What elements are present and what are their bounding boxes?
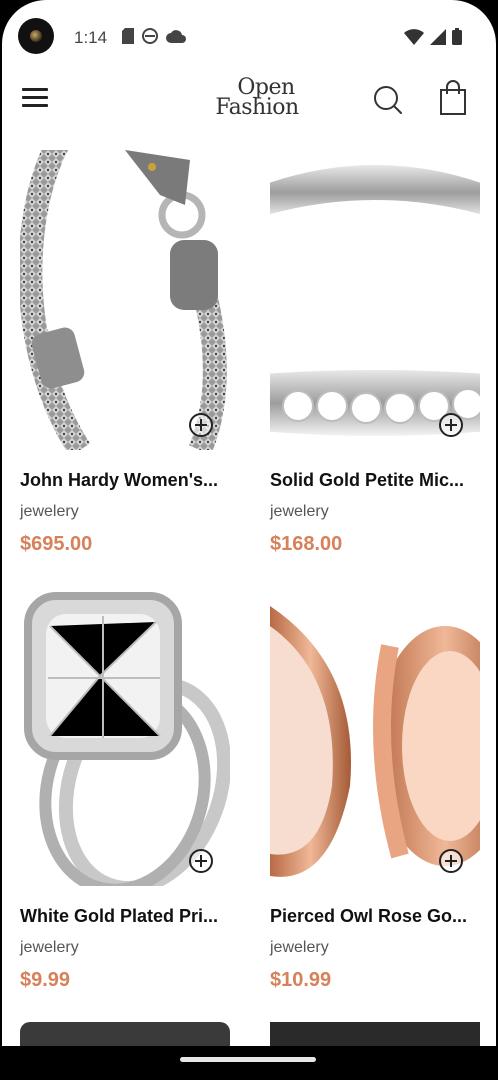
status-icons-right <box>404 28 462 45</box>
status-bar: 1:14 <box>2 0 496 72</box>
app-header: Open Fashion <box>2 72 496 136</box>
product-price: $9.99 <box>20 969 71 991</box>
product-price: $695.00 <box>20 533 93 555</box>
sync-icon <box>142 28 158 44</box>
next-product-image-peek[interactable] <box>270 1022 480 1046</box>
product-image[interactable] <box>270 150 480 450</box>
sd-card-icon <box>122 28 134 44</box>
bracelet-image <box>20 150 227 450</box>
product-card[interactable]: White Gold Plated Pri... jewelery $9.99 <box>20 586 230 992</box>
product-image[interactable] <box>20 586 230 886</box>
rose-gold-plugs-image <box>270 606 480 877</box>
plus-circle-icon[interactable] <box>188 412 214 438</box>
product-price: $168.00 <box>270 533 343 555</box>
product-category: jewelery <box>20 503 79 520</box>
battery-icon <box>452 28 462 45</box>
plus-circle-icon[interactable] <box>438 412 464 438</box>
hamburger-menu-icon <box>22 88 48 91</box>
next-product-image-peek[interactable] <box>20 1022 230 1046</box>
phone-frame: 1:14 Open Fashion John Hardy Women's... … <box>0 0 498 1080</box>
plus-circle-icon[interactable] <box>188 848 214 874</box>
product-image[interactable] <box>20 150 230 450</box>
product-category: jewelery <box>270 939 329 956</box>
front-camera <box>18 18 54 54</box>
menu-button[interactable] <box>22 88 48 110</box>
app-logo[interactable]: Open Fashion <box>202 77 312 119</box>
system-navigation-bar <box>0 1046 498 1080</box>
product-image[interactable] <box>270 586 480 886</box>
product-name[interactable]: John Hardy Women's... <box>20 470 230 491</box>
product-category: jewelery <box>20 939 79 956</box>
ring-set-image <box>24 592 230 886</box>
app-screen: 1:14 Open Fashion John Hardy Women's... … <box>2 0 496 1046</box>
ring-band-image <box>270 165 480 436</box>
product-card[interactable]: Pierced Owl Rose Go... jewelery $10.99 <box>270 586 480 992</box>
product-card[interactable]: John Hardy Women's... jewelery $695.00 <box>20 150 230 556</box>
cloud-icon <box>166 30 186 43</box>
signal-icon <box>430 28 446 45</box>
status-time: 1:14 <box>74 28 108 47</box>
product-price: $10.99 <box>270 969 332 991</box>
product-name[interactable]: Pierced Owl Rose Go... <box>270 906 480 927</box>
home-gesture-handle[interactable] <box>180 1057 316 1062</box>
shopping-bag-icon[interactable] <box>438 80 468 116</box>
product-card[interactable]: Solid Gold Petite Mic... jewelery $168.0… <box>270 150 480 556</box>
product-name[interactable]: White Gold Plated Pri... <box>20 906 230 927</box>
product-name[interactable]: Solid Gold Petite Mic... <box>270 470 480 491</box>
plus-circle-icon[interactable] <box>438 848 464 874</box>
product-category: jewelery <box>270 503 329 520</box>
status-icons-left <box>122 28 186 44</box>
wifi-icon <box>404 28 424 45</box>
search-icon[interactable] <box>372 84 404 116</box>
